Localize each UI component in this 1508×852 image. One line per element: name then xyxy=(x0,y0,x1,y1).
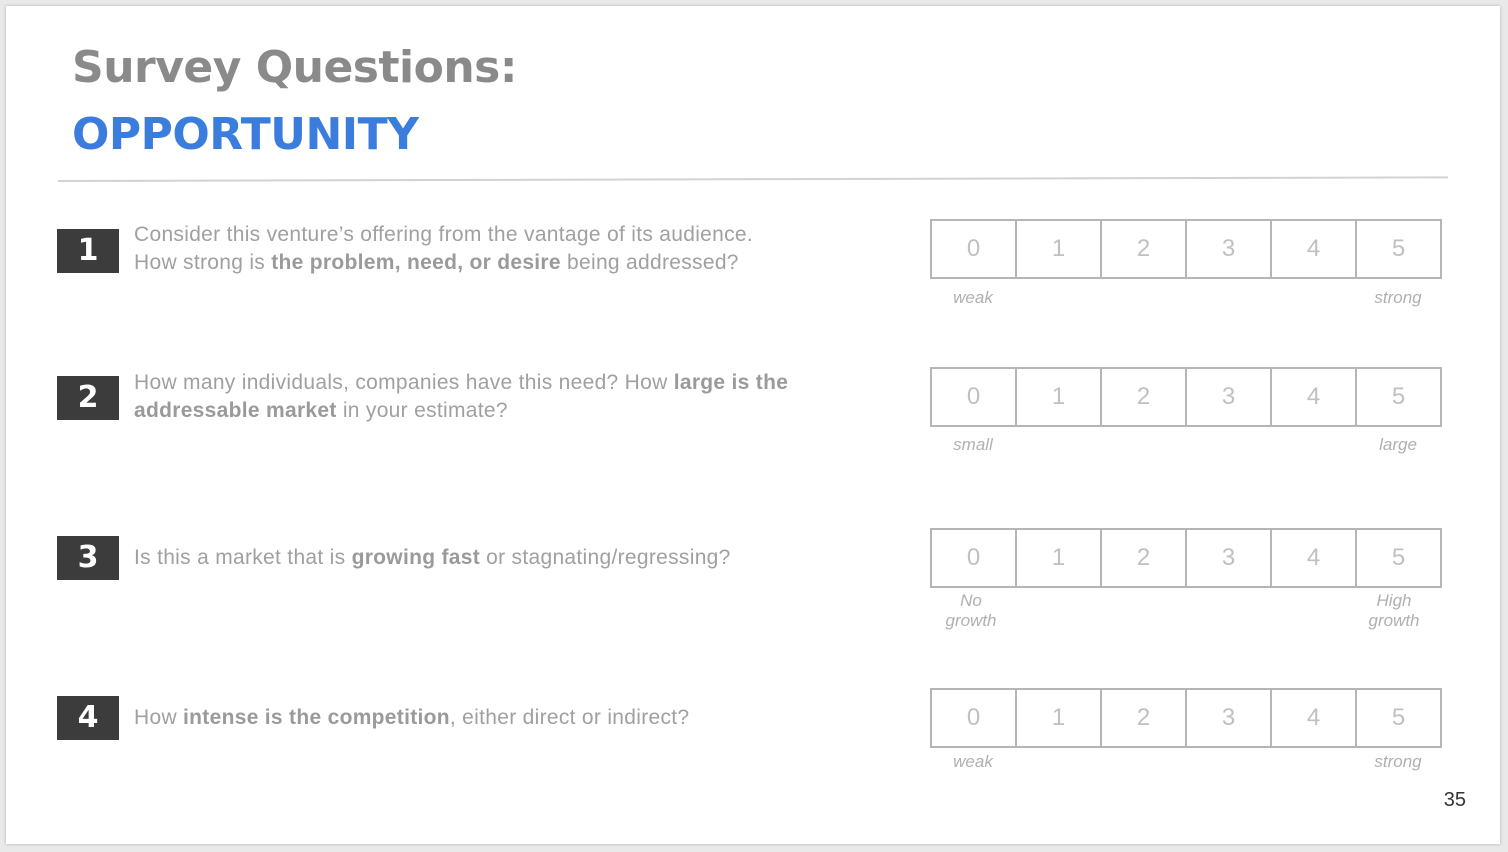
scale-high-label: large xyxy=(1379,435,1417,454)
rating-scale: 0 1 2 3 4 5 xyxy=(930,219,1442,279)
scale-low-label: weak xyxy=(953,752,993,771)
rating-scale: 0 1 2 3 4 5 xyxy=(930,367,1442,427)
rating-option-1[interactable]: 1 xyxy=(1015,530,1100,586)
rating-option-2[interactable]: 2 xyxy=(1100,221,1185,277)
rating-option-1[interactable]: 1 xyxy=(1015,690,1100,746)
rating-option-3[interactable]: 3 xyxy=(1185,369,1270,425)
rating-option-4[interactable]: 4 xyxy=(1270,369,1355,425)
question-number-badge: 2 xyxy=(57,376,119,420)
question-text: Is this a market that is growing fast or… xyxy=(134,544,874,572)
rating-option-5[interactable]: 5 xyxy=(1355,530,1440,586)
scale-low-label: No growth xyxy=(945,591,997,630)
question-text-part: , either direct or indirect? xyxy=(449,706,690,729)
question-number-badge: 4 xyxy=(57,696,119,740)
page-subtitle: OPPORTUNITY xyxy=(72,109,419,160)
title-divider xyxy=(57,176,1448,182)
rating-option-4[interactable]: 4 xyxy=(1270,530,1355,586)
question-text: How many individuals, companies have thi… xyxy=(134,369,874,425)
page-title: Survey Questions: xyxy=(72,42,517,93)
question-text-part: in your estimate? xyxy=(336,399,508,422)
question-text-part: Is this a market that is xyxy=(134,546,352,569)
question-text-part: How strong is xyxy=(134,251,272,274)
rating-scale: 0 1 2 3 4 5 xyxy=(930,528,1442,588)
rating-option-2[interactable]: 2 xyxy=(1100,369,1185,425)
question-emphasis: the problem, need, or desire xyxy=(271,251,561,274)
question-number-badge: 3 xyxy=(57,536,119,580)
page-number: 35 xyxy=(1443,789,1466,811)
rating-option-0[interactable]: 0 xyxy=(932,221,1015,277)
question-emphasis: intense is the competition xyxy=(183,706,450,729)
rating-option-1[interactable]: 1 xyxy=(1015,369,1100,425)
scale-high-label: strong xyxy=(1374,288,1422,307)
question-text-part: Consider this venture’s offering from th… xyxy=(134,223,754,246)
question-text-part: being addressed? xyxy=(560,251,739,274)
scale-high-label: High growth xyxy=(1368,591,1420,630)
slide: Survey Questions: OPPORTUNITY 1 Consider… xyxy=(6,6,1500,844)
rating-option-3[interactable]: 3 xyxy=(1185,530,1270,586)
rating-option-5[interactable]: 5 xyxy=(1355,369,1440,425)
scale-high-label: strong xyxy=(1374,752,1422,771)
scale-low-label: weak xyxy=(953,288,993,307)
rating-option-4[interactable]: 4 xyxy=(1270,690,1355,746)
rating-option-1[interactable]: 1 xyxy=(1015,221,1100,277)
rating-option-4[interactable]: 4 xyxy=(1270,221,1355,277)
question-text: How intense is the competition, either d… xyxy=(134,704,874,732)
rating-scale: 0 1 2 3 4 5 xyxy=(930,688,1442,748)
rating-option-0[interactable]: 0 xyxy=(932,530,1015,586)
question-number-badge: 1 xyxy=(57,229,119,273)
question-text: Consider this venture’s offering from th… xyxy=(134,221,874,277)
rating-option-0[interactable]: 0 xyxy=(932,690,1015,746)
rating-option-2[interactable]: 2 xyxy=(1100,690,1185,746)
rating-option-5[interactable]: 5 xyxy=(1355,690,1440,746)
rating-option-0[interactable]: 0 xyxy=(932,369,1015,425)
rating-option-2[interactable]: 2 xyxy=(1100,530,1185,586)
question-text-part: How xyxy=(134,706,184,729)
question-text-part: or stagnating/regressing? xyxy=(480,546,731,569)
question-emphasis: growing fast xyxy=(351,546,481,569)
question-text-part: How many individuals, companies have thi… xyxy=(134,371,674,394)
rating-option-3[interactable]: 3 xyxy=(1185,221,1270,277)
scale-low-label: small xyxy=(953,435,993,454)
rating-option-5[interactable]: 5 xyxy=(1355,221,1440,277)
rating-option-3[interactable]: 3 xyxy=(1185,690,1270,746)
